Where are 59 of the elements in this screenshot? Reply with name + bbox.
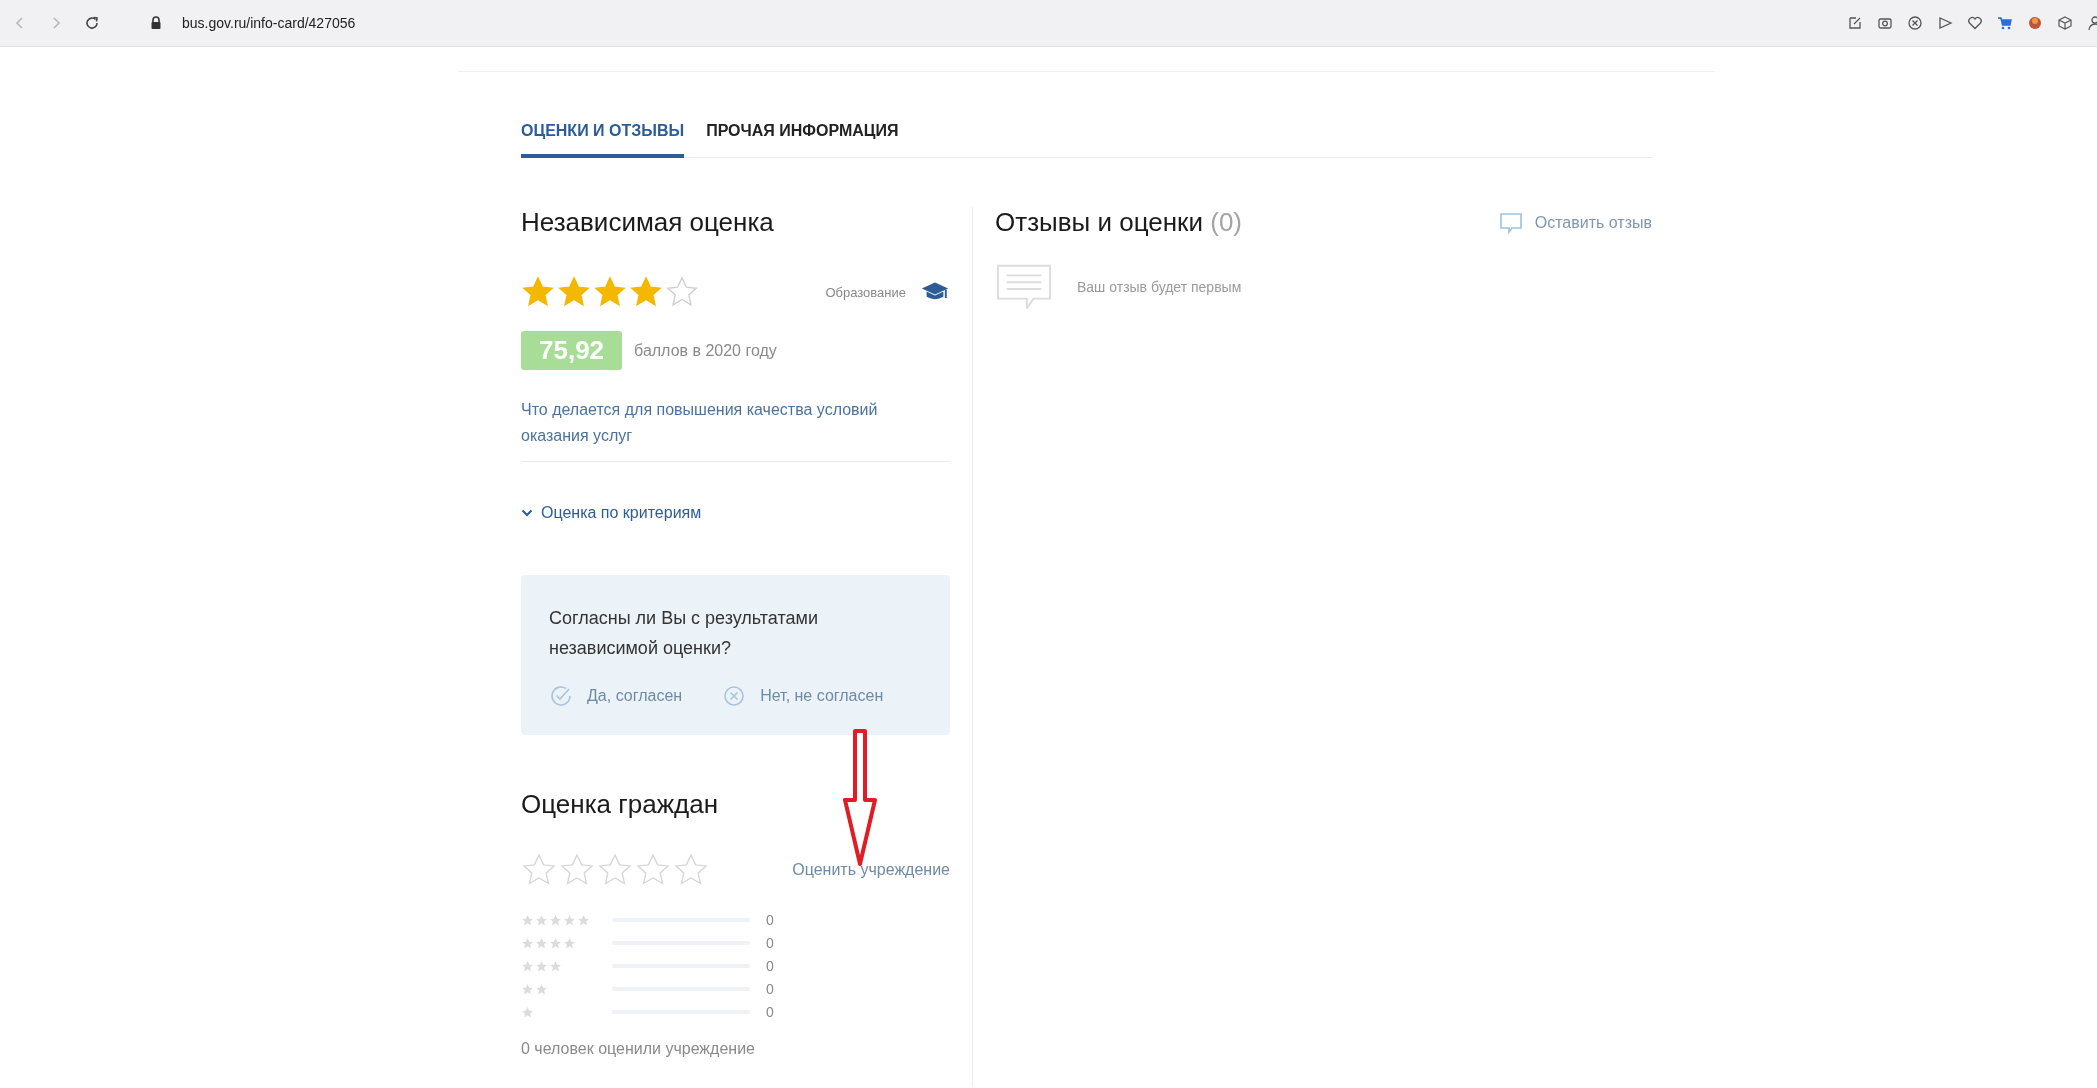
rating-count: 0 <box>766 1004 774 1020</box>
heart-icon[interactable] <box>1967 15 1983 31</box>
section-title: Отзывы и оценки <box>995 207 1203 237</box>
leave-review-link[interactable]: Оставить отзыв <box>1498 210 1652 235</box>
star-icon <box>549 936 562 950</box>
agreement-option[interactable]: Да, согласен <box>549 684 683 708</box>
rate-link[interactable]: Оценить учреждение <box>792 861 950 879</box>
close-circle-icon <box>722 684 747 708</box>
send-icon[interactable] <box>1937 15 1953 31</box>
filled-star-icon <box>521 275 555 309</box>
improvement-link[interactable]: Что делается для повышения качества условий оказания услуг <box>521 397 921 449</box>
edit-icon[interactable] <box>1847 15 1863 31</box>
chevron-icon <box>521 509 533 517</box>
speech-bubble-icon <box>1498 210 1523 235</box>
score-badge: 75,92 <box>521 331 623 370</box>
star-icon <box>521 1005 534 1019</box>
close-circle-icon[interactable] <box>1907 15 1923 31</box>
star-icon <box>563 936 576 950</box>
rating-count: 0 <box>766 935 774 951</box>
review-count: (0) <box>1210 207 1242 237</box>
star-icon <box>535 936 548 950</box>
tab[interactable]: ОЦЕНКИ И ОТЗЫВЫ <box>521 122 685 158</box>
filled-star-icon <box>557 275 591 309</box>
section-title: Оценка граждан <box>521 789 720 820</box>
rating-count: 0 <box>766 981 774 997</box>
score-caption: баллов в 2020 году <box>634 341 777 360</box>
empty-star-icon <box>665 275 699 309</box>
star-icon <box>535 959 548 973</box>
section-title: Независимая оценка <box>521 207 775 238</box>
address-bar-url[interactable]: bus.gov.ru/info-card/427056 <box>182 15 356 31</box>
star-icon <box>549 913 562 927</box>
rating-count: 0 <box>766 958 774 974</box>
message-bubble-icon <box>995 262 1053 312</box>
star-icon <box>521 913 534 927</box>
reload-icon[interactable] <box>84 15 100 31</box>
star-icon <box>535 982 548 996</box>
star-icon <box>535 913 548 927</box>
filled-star-icon <box>629 275 663 309</box>
tab[interactable]: ПРОЧАЯ ИНФОРМАЦИЯ <box>706 122 899 158</box>
extension-icon[interactable] <box>2027 15 2043 31</box>
star-icon <box>521 982 534 996</box>
star-icon <box>521 959 534 973</box>
agreement-question: Согласны ли Вы с результатами независимой оценки? <box>549 607 819 660</box>
star-icon <box>521 936 534 950</box>
camera-icon[interactable] <box>1877 15 1893 31</box>
star-icon <box>549 959 562 973</box>
cart-icon[interactable] <box>1997 15 2013 31</box>
lock-icon <box>150 16 162 30</box>
criteria-toggle[interactable]: Оценка по критериям <box>521 504 702 522</box>
empty-reviews-text: Ваш отзыв будет первым <box>1077 279 1242 295</box>
category-label: Образование <box>825 284 906 300</box>
cube-icon[interactable] <box>2057 15 2073 31</box>
agreement-option[interactable]: Нет, не согласен <box>722 684 884 708</box>
rating-count: 0 <box>766 912 774 928</box>
filled-star-icon <box>593 275 627 309</box>
ratings-summary: 0 человек оценили учреждение <box>521 1040 756 1058</box>
star-icon <box>563 913 576 927</box>
star-icon <box>577 913 590 927</box>
check-circle-icon <box>549 684 573 708</box>
